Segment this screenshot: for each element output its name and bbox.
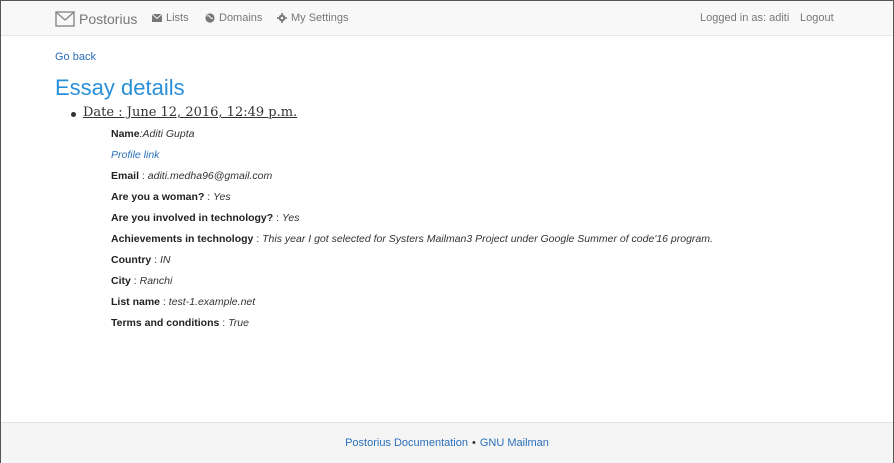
detail-label: Country <box>111 254 152 266</box>
footer-separator: • <box>471 437 476 449</box>
page-footer: Postorius Documentation • GNU Mailman <box>1 422 893 463</box>
brand-label: Postorius <box>79 11 138 27</box>
detail-country: Country : IN <box>111 254 171 266</box>
nav-lists[interactable]: Lists <box>152 12 189 24</box>
list-bullet <box>71 112 76 117</box>
gear-icon <box>277 13 287 23</box>
profile-link[interactable]: Profile link <box>111 149 159 161</box>
gnu-mailman-link[interactable]: GNU Mailman <box>480 437 549 449</box>
nav-domains-label: Domains <box>219 12 263 24</box>
detail-label: City <box>111 275 131 287</box>
detail-label: Achievements in technology <box>111 233 254 245</box>
top-navbar: Postorius Lists Domains My Settings Logg… <box>1 1 893 36</box>
nav-lists-label: Lists <box>166 12 189 24</box>
detail-technology: Are you involved in technology? : Yes <box>111 212 299 224</box>
detail-name: Name:Aditi Gupta <box>111 128 194 140</box>
envelope-icon <box>152 14 162 22</box>
detail-sep: : <box>204 191 214 203</box>
page-title: Essay details <box>55 75 185 100</box>
detail-value: Ranchi <box>139 275 173 287</box>
logout-link[interactable]: Logout <box>800 12 834 24</box>
detail-profile: Profile link <box>111 149 159 161</box>
detail-value: Yes <box>213 191 231 203</box>
detail-terms: Terms and conditions : True <box>111 317 249 329</box>
detail-value: This year I got selected for Systers Mai… <box>262 233 713 245</box>
detail-label: Email <box>111 170 140 182</box>
detail-value: test-1.example.net <box>168 296 256 308</box>
detail-sep: : <box>130 275 140 287</box>
detail-city: City : Ranchi <box>111 275 172 287</box>
nav-my-settings[interactable]: My Settings <box>277 12 348 24</box>
detail-sep: : <box>273 212 282 224</box>
essay-date: Date : June 12, 2016, 12:49 p.m. <box>83 105 298 120</box>
detail-value: Yes <box>281 212 300 224</box>
detail-list-name: List name : test-1.example.net <box>111 296 255 308</box>
detail-label: Are you involved in technology? <box>111 212 274 224</box>
postorius-docs-link[interactable]: Postorius Documentation <box>345 437 468 449</box>
detail-label: List name <box>111 296 161 308</box>
go-back-link[interactable]: Go back <box>55 51 96 63</box>
detail-sep: : <box>139 170 148 182</box>
detail-label: Name <box>111 128 140 140</box>
nav-domains[interactable]: Domains <box>205 12 262 24</box>
detail-value: :Aditi Gupta <box>139 128 195 140</box>
nav-my-settings-label: My Settings <box>291 12 349 24</box>
detail-achievements: Achievements in technology : This year I… <box>111 233 713 245</box>
detail-email: Email : aditi.medha96@gmail.com <box>111 170 272 182</box>
mail-logo-icon <box>55 11 75 27</box>
detail-sep: : <box>253 233 263 245</box>
brand-link[interactable]: Postorius <box>55 9 137 29</box>
detail-sep: : <box>151 254 161 266</box>
detail-label: Terms and conditions <box>111 317 220 329</box>
detail-value: aditi.medha96@gmail.com <box>147 170 273 182</box>
detail-sep: : <box>219 317 229 329</box>
logged-in-status: Logged in as: aditi <box>700 12 790 24</box>
detail-woman: Are you a woman? : Yes <box>111 191 231 203</box>
detail-sep: : <box>160 296 169 308</box>
detail-value: IN <box>160 254 171 266</box>
detail-value: True <box>228 317 249 329</box>
globe-icon <box>205 13 215 23</box>
detail-label: Are you a woman? <box>111 191 205 203</box>
